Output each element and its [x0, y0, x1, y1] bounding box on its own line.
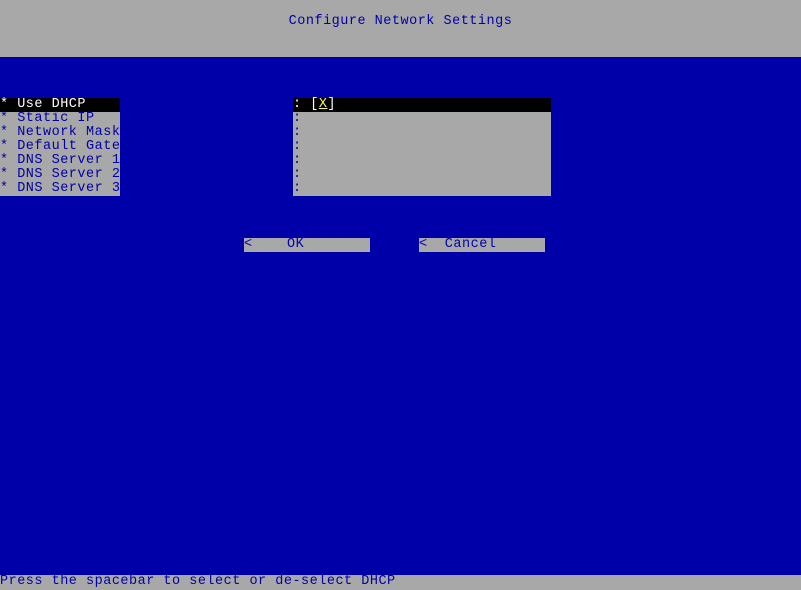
- dhcp-checkbox-mark: X: [319, 98, 328, 112]
- field-value-dns-server-2[interactable]: :: [293, 168, 551, 182]
- field-value-default-gateway[interactable]: :: [293, 140, 551, 154]
- dialog-title: Configure Network Settings: [289, 14, 513, 29]
- field-label-default-gateway[interactable]: * Default Gateway: [0, 140, 120, 154]
- field-label-use-dhcp[interactable]: * Use DHCP: [0, 98, 120, 112]
- status-bar: Press the spacebar to select or de-selec…: [0, 575, 801, 590]
- field-value-use-dhcp[interactable]: : [X]: [293, 98, 551, 112]
- field-value-dns-server-3[interactable]: :: [293, 182, 551, 196]
- field-value-static-ip[interactable]: :: [293, 112, 551, 126]
- status-hint: Press the spacebar to select or de-selec…: [0, 574, 396, 589]
- field-label-network-mask[interactable]: * Network Mask: [0, 126, 120, 140]
- field-label-static-ip[interactable]: * Static IP: [0, 112, 120, 126]
- field-value-network-mask[interactable]: :: [293, 126, 551, 140]
- field-labels-panel: * Use DHCP * Static IP * Network Mask * …: [0, 98, 120, 196]
- field-label-dns-server-1[interactable]: * DNS Server 1: [0, 154, 120, 168]
- field-values-panel: : [X] : : : : : :: [293, 98, 551, 196]
- cancel-button[interactable]: < Cancel >: [419, 238, 545, 252]
- ok-button[interactable]: < OK >: [244, 238, 370, 252]
- field-value-dns-server-1[interactable]: :: [293, 154, 551, 168]
- field-label-dns-server-2[interactable]: * DNS Server 2: [0, 168, 120, 182]
- dialog-header: Configure Network Settings: [0, 0, 801, 57]
- field-label-dns-server-3[interactable]: * DNS Server 3: [0, 182, 120, 196]
